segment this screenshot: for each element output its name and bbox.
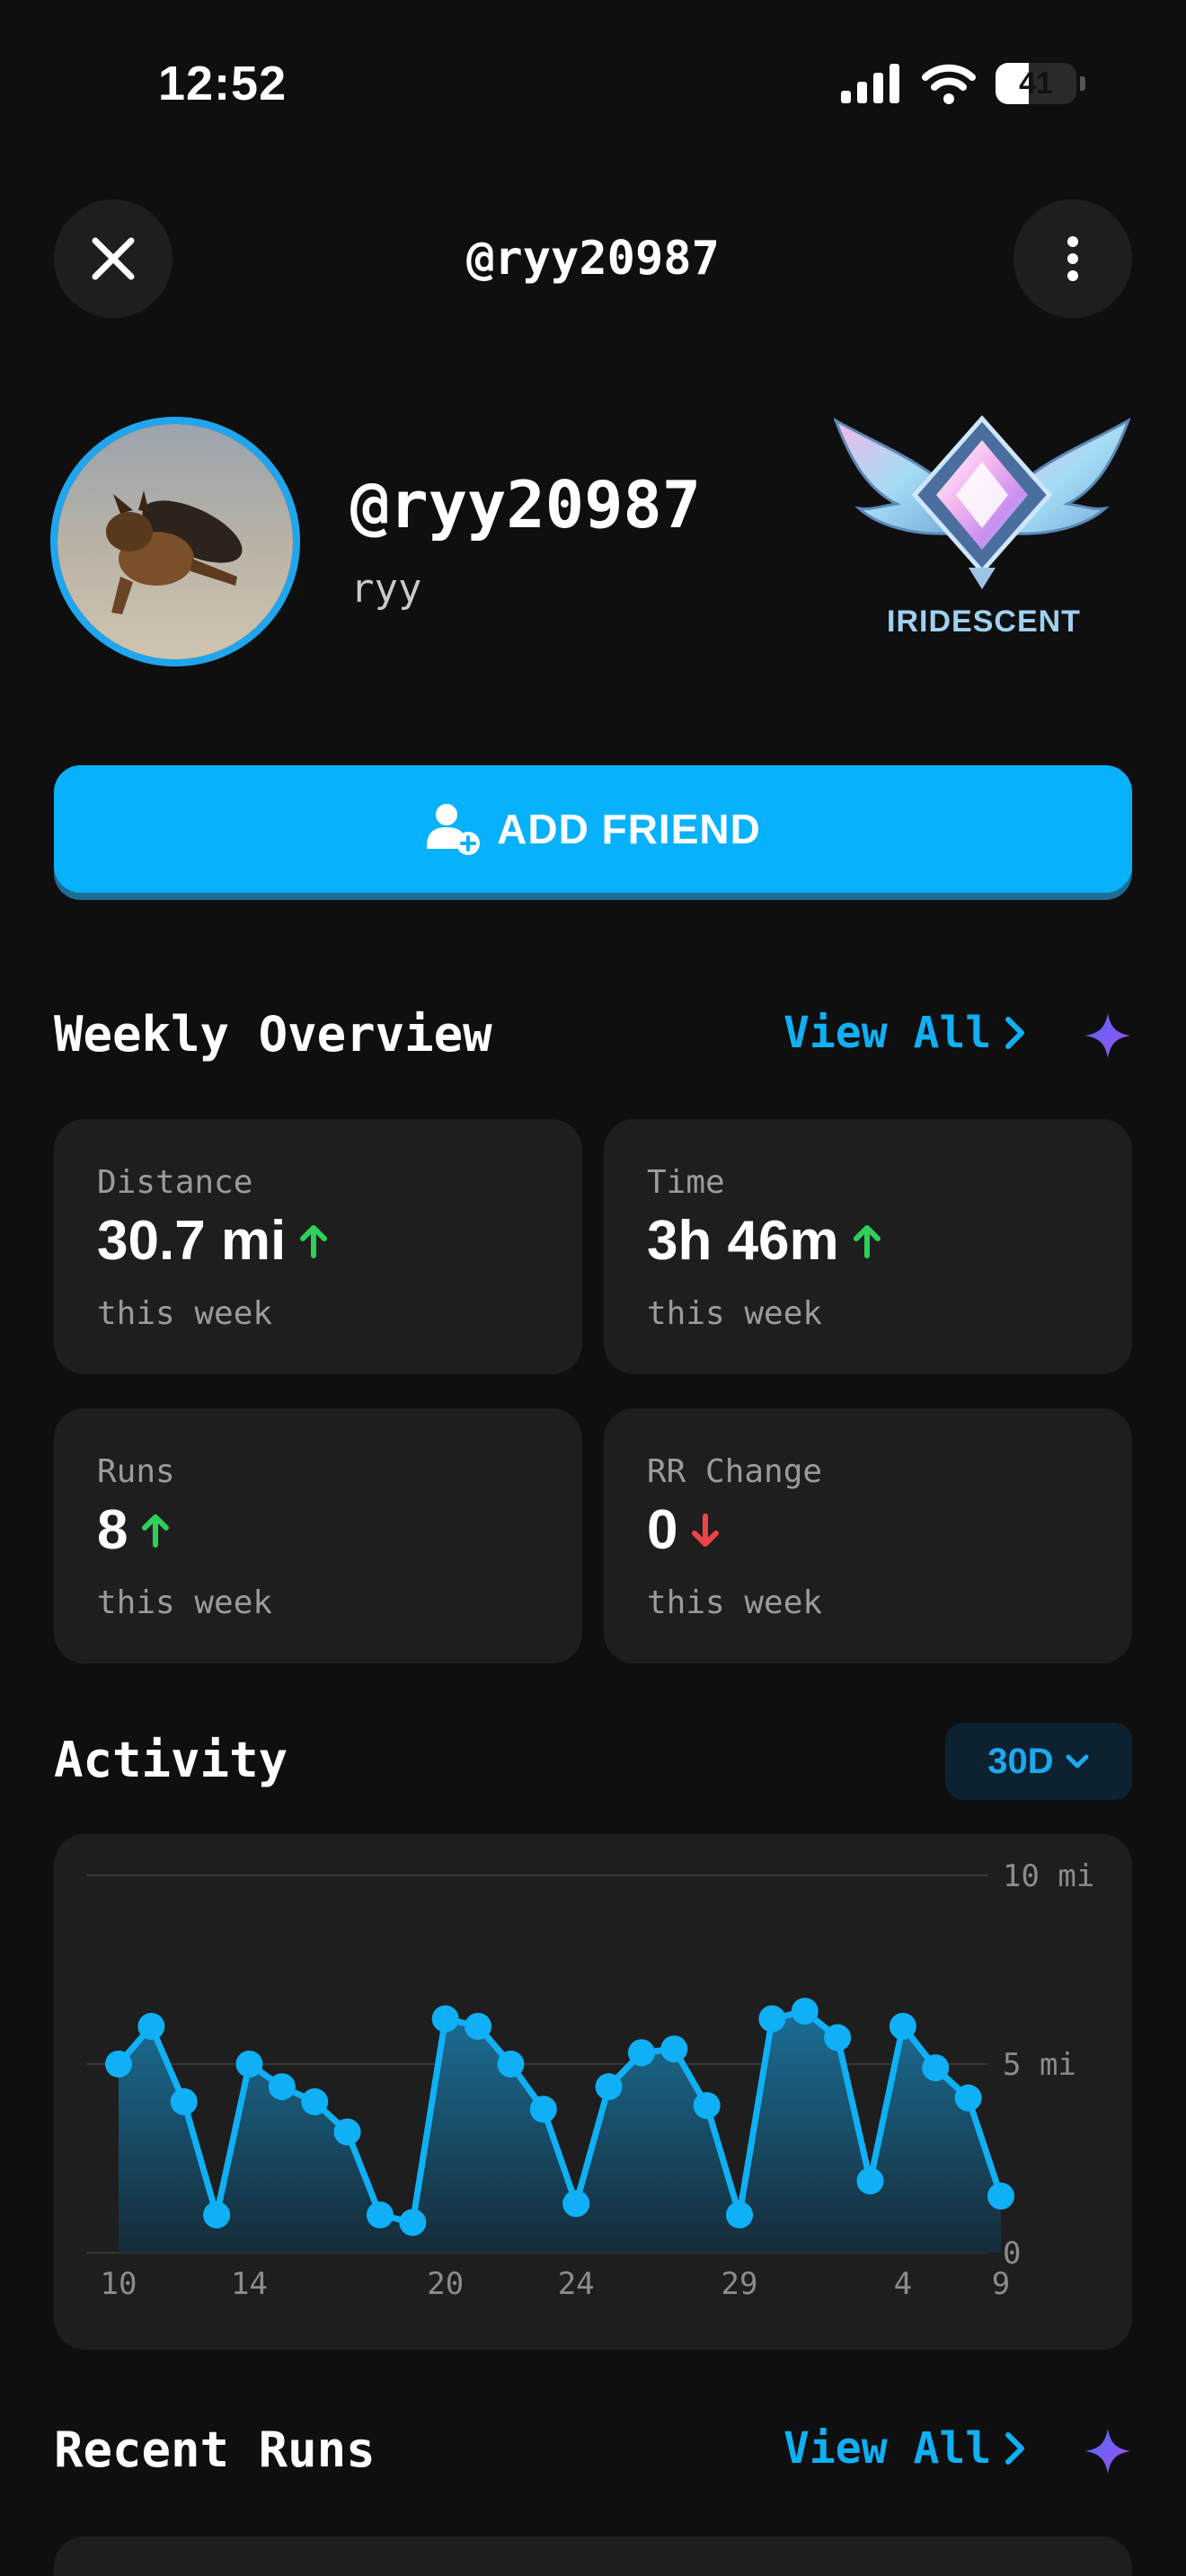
range-selector-label: 30D [987,1741,1054,1781]
card-label: Time [647,1164,725,1201]
activity-chart: 10 mi 5 mi 0 10 14 20 24 29 4 9 [54,1834,1132,2350]
x-tick-label: 4 [894,2266,912,2302]
runs-card[interactable]: Runs 8 this week [54,1408,582,1663]
rank-badge-icon [834,415,1130,589]
data-point[interactable] [301,2088,329,2115]
card-sub: this week [647,1584,823,1621]
range-selector[interactable]: 30D [945,1723,1132,1800]
card-label: Runs [97,1453,175,1490]
data-point[interactable] [595,2073,623,2101]
card-value: 0 [647,1499,678,1561]
card-label: RR Change [647,1453,823,1490]
data-point[interactable] [268,2073,296,2101]
data-point[interactable] [889,2013,916,2040]
signal-icon [841,64,899,103]
x-tick-label: 24 [558,2266,595,2302]
profile-username: @ryy20987 [350,467,702,543]
card-label: Distance [97,1164,253,1201]
page-title: @ryy20987 [466,232,720,286]
data-point[interactable] [497,2051,525,2078]
arrow-down-icon [692,1513,720,1547]
card-value: 30.7 mi [97,1210,287,1272]
y-tick-label: 10 mi [1003,1858,1094,1894]
wifi-icon [922,64,976,104]
data-point[interactable] [824,2024,852,2051]
x-tick-label: 10 [101,2266,137,2302]
data-point[interactable] [856,2167,884,2195]
status-icons: 41 [839,63,1085,104]
data-point[interactable] [562,2190,590,2218]
chart-area [119,2011,1001,2253]
weekly-overview-title: Weekly Overview [54,1006,492,1063]
data-point[interactable] [954,2084,982,2112]
x-tick-label: 20 [427,2266,464,2302]
data-point[interactable] [235,2051,263,2078]
more-vertical-icon [1067,236,1078,281]
weekly-view-all-label: View All [783,1008,992,1058]
chevron-right-icon [1005,1017,1025,1049]
distance-card[interactable]: Distance 30.7 mi this week [54,1119,582,1374]
card-sub: this week [97,1584,273,1621]
data-point[interactable] [758,2005,786,2033]
sparkle-icon[interactable] [1084,2427,1132,2475]
recent-runs-title: Recent Runs [54,2422,376,2478]
data-point[interactable] [170,2088,198,2115]
add-user-icon [427,804,481,855]
time-card[interactable]: Time 3h 46m this week [604,1119,1132,1374]
data-point[interactable] [431,2005,459,2033]
activity-title: Activity [54,1732,288,1788]
data-point[interactable] [105,2051,132,2078]
data-point[interactable] [627,2039,655,2067]
battery-level: 41 [1019,66,1053,101]
x-tick-label: 9 [992,2266,1010,2302]
data-point[interactable] [203,2201,231,2228]
more-options-button[interactable] [1013,199,1132,318]
add-friend-label: ADD FRIEND [497,806,761,852]
rank-label: IRIDESCENT [887,604,1081,639]
data-point[interactable] [399,2209,427,2236]
data-point[interactable] [465,2013,492,2040]
data-point[interactable] [137,2013,165,2040]
data-point[interactable] [366,2201,394,2228]
profile-display-name: ryy [350,566,422,612]
card-sub: this week [97,1295,273,1332]
chevron-down-icon [1066,1754,1089,1769]
chevron-right-icon [1005,2432,1025,2465]
x-tick-label: 29 [721,2266,758,2302]
avatar[interactable] [50,417,300,666]
status-time: 12:52 [158,57,288,110]
add-friend-button[interactable]: ADD FRIEND [54,765,1132,900]
card-sub: this week [647,1295,823,1332]
data-point[interactable] [693,2092,721,2120]
card-value: 3h 46m [647,1210,839,1272]
data-point[interactable] [922,2054,950,2082]
rr-change-card[interactable]: RR Change 0 this week [604,1408,1132,1663]
arrow-up-icon [142,1513,170,1548]
data-point[interactable] [791,1998,819,2025]
data-point[interactable] [529,2095,557,2123]
recent-runs-view-all-link[interactable]: View All [783,2423,1027,2474]
data-point[interactable] [660,2035,688,2063]
recent-run-card[interactable] [54,2536,1132,2576]
data-point[interactable] [726,2201,754,2228]
battery-icon: 41 [996,63,1076,104]
sparkle-icon[interactable] [1084,1011,1132,1060]
data-point[interactable] [333,2118,361,2146]
arrow-up-icon [853,1224,881,1258]
weekly-view-all-link[interactable]: View All [783,1008,1027,1058]
data-point[interactable] [987,2183,1014,2210]
y-tick-label: 5 mi [1003,2047,1076,2083]
activity-chart-svg: 10 mi 5 mi 0 10 14 20 24 29 4 9 [86,1858,1094,2302]
x-tick-label: 14 [231,2266,268,2302]
card-value: 8 [97,1499,128,1561]
recent-runs-view-all-label: View All [783,2423,992,2474]
dog-photo [58,424,293,659]
arrow-up-icon [300,1224,328,1258]
